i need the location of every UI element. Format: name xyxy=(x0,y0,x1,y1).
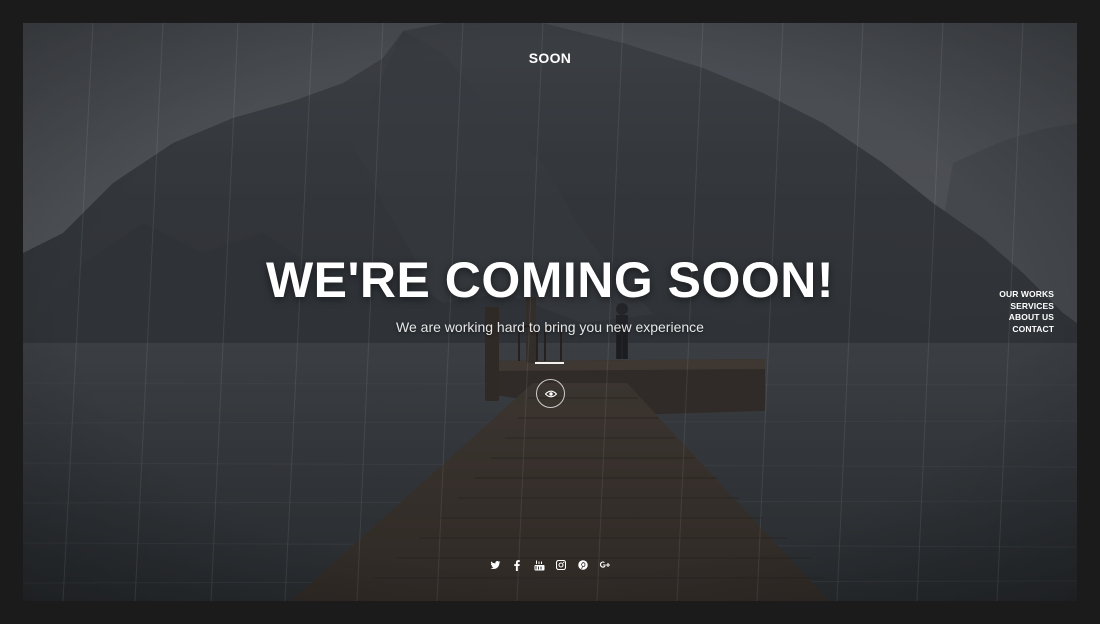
youtube-icon[interactable] xyxy=(533,559,545,571)
page-title: WE'RE COMING SOON! xyxy=(265,252,835,308)
instagram-icon[interactable] xyxy=(555,559,567,571)
page-frame: SOON WE'RE COMING SOON! We are working h… xyxy=(23,23,1077,601)
nav-item-our-works[interactable]: OUR WORKS xyxy=(999,289,1054,301)
site-logo[interactable]: SOON xyxy=(23,50,1077,66)
social-links xyxy=(23,559,1077,571)
side-nav: OUR WORKS SERVICES ABOUT US CONTACT xyxy=(999,289,1054,335)
dark-overlay xyxy=(23,23,1077,601)
eye-icon xyxy=(544,385,557,403)
facebook-icon[interactable] xyxy=(511,559,523,571)
nav-item-services[interactable]: SERVICES xyxy=(999,301,1054,313)
hero-subtitle: We are working hard to bring you new exp… xyxy=(396,319,704,335)
view-more-button[interactable] xyxy=(536,379,565,408)
divider xyxy=(535,362,564,364)
google-plus-icon[interactable] xyxy=(599,559,611,571)
twitter-icon[interactable] xyxy=(489,559,501,571)
nav-item-contact[interactable]: CONTACT xyxy=(999,324,1054,336)
pinterest-icon[interactable] xyxy=(577,559,589,571)
nav-item-about-us[interactable]: ABOUT US xyxy=(999,312,1054,324)
